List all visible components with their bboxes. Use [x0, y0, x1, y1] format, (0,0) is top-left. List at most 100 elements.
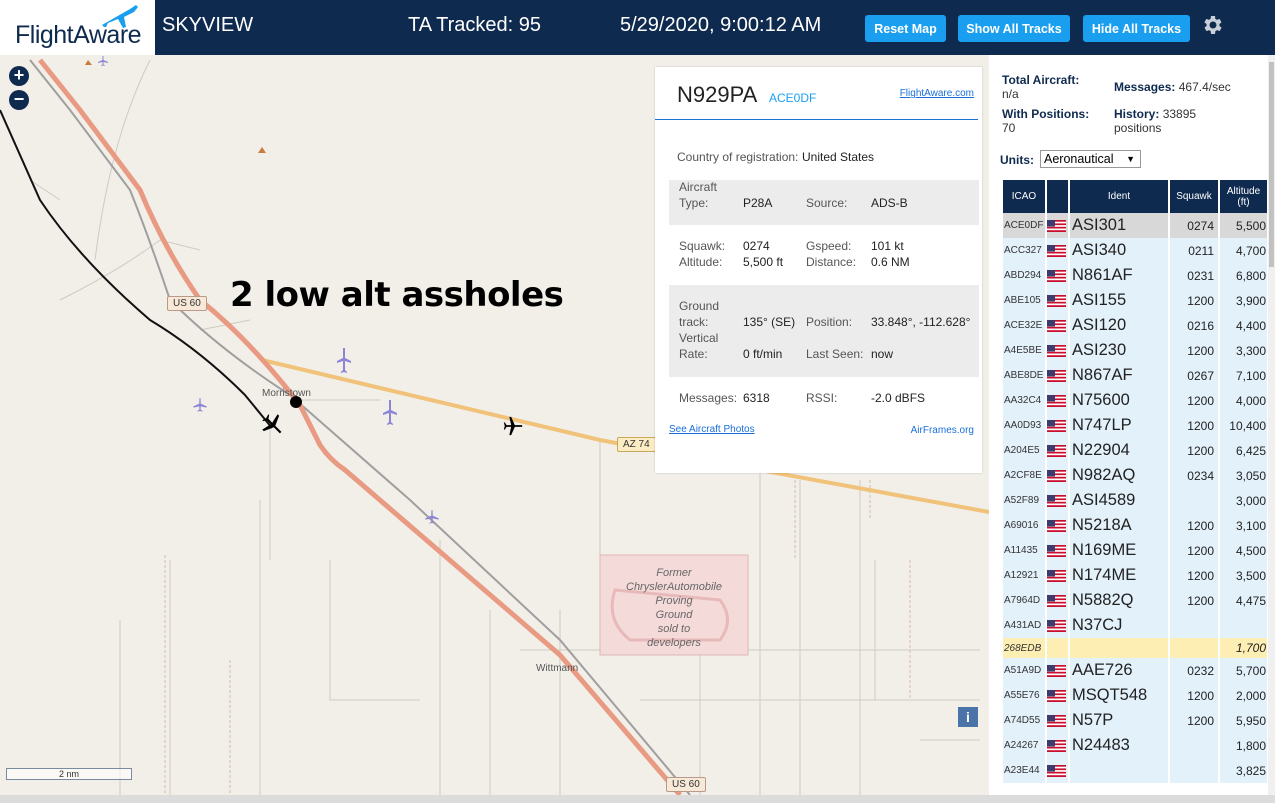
- table-row[interactable]: A51A9D AAE726 0232 5,700: [1003, 658, 1267, 683]
- table-row[interactable]: A4E5BE ASI230 1200 3,300: [1003, 338, 1267, 363]
- squawk-value: 0274: [743, 239, 770, 253]
- table-row[interactable]: 268EDB 1,700: [1003, 638, 1267, 658]
- row-ident: [1070, 758, 1168, 783]
- table-row[interactable]: ABE8DE N867AF 0267 7,100: [1003, 363, 1267, 388]
- aircraft-photos-link[interactable]: See Aircraft Photos: [669, 424, 755, 435]
- row-icao: ACE0DF: [1003, 213, 1045, 238]
- table-row[interactable]: A23E44 3,825: [1003, 758, 1267, 783]
- row-squawk: 1200: [1170, 708, 1218, 733]
- dropdown-arrow-icon: ▼: [1126, 154, 1135, 164]
- row-altitude: 5,500: [1220, 213, 1267, 238]
- row-altitude: 5,700: [1220, 658, 1267, 683]
- table-row[interactable]: ABE105 ASI155 1200 3,900: [1003, 288, 1267, 313]
- table-row[interactable]: ACE0DF ASI301 0274 5,500: [1003, 213, 1267, 238]
- row-ident: N5218A: [1070, 513, 1168, 538]
- vertical-rate-value: 0 ft/min: [743, 347, 783, 361]
- col-flag[interactable]: [1047, 180, 1068, 213]
- col-squawk[interactable]: Squawk: [1170, 180, 1218, 213]
- table-row[interactable]: A204E5 N22904 1200 6,425: [1003, 438, 1267, 463]
- units-select[interactable]: Aeronautical ▼: [1040, 150, 1141, 168]
- us-flag-icon: [1047, 245, 1066, 258]
- row-icao: AA0D93: [1003, 413, 1045, 438]
- table-row[interactable]: A55E76 MSQT548 1200 2,000: [1003, 683, 1267, 708]
- row-ident: N24483: [1070, 733, 1168, 758]
- distance-value: 0.6 NM: [871, 255, 910, 269]
- zoom-in-button[interactable]: +: [9, 66, 29, 86]
- table-row[interactable]: ACE32E ASI120 0216 4,400: [1003, 313, 1267, 338]
- row-flag: [1047, 488, 1068, 513]
- us-flag-icon: [1047, 445, 1066, 458]
- airframes-link[interactable]: AirFrames.org: [911, 425, 974, 436]
- row-altitude: 3,000: [1220, 488, 1267, 513]
- table-row[interactable]: A12921 N174ME 1200 3,500: [1003, 563, 1267, 588]
- row-ident: N861AF: [1070, 263, 1168, 288]
- aircraft-icon[interactable]: [337, 348, 351, 374]
- hide-all-tracks-button[interactable]: Hide All Tracks: [1083, 15, 1190, 42]
- row-squawk: 1200: [1170, 538, 1218, 563]
- aircraft-icon[interactable]: [383, 400, 397, 426]
- row-ident: N75600: [1070, 388, 1168, 413]
- position-label: Position:: [806, 315, 853, 329]
- table-row[interactable]: ACC327 ASI340 0211 4,700: [1003, 238, 1267, 263]
- col-ident[interactable]: Ident: [1070, 180, 1168, 213]
- table-row[interactable]: AA32C4 N75600 1200 4,000: [1003, 388, 1267, 413]
- table-row[interactable]: A7964D N5882Q 1200 4,475: [1003, 588, 1267, 613]
- aircraft-icon[interactable]: [96, 55, 110, 67]
- row-altitude: 7,100: [1220, 363, 1267, 388]
- row-icao: A7964D: [1003, 588, 1045, 613]
- table-row[interactable]: A52F89 ASI4589 3,000: [1003, 488, 1267, 513]
- show-all-tracks-button[interactable]: Show All Tracks: [958, 15, 1070, 42]
- history-stat: History: 33895 positions: [1114, 107, 1197, 135]
- table-row[interactable]: A24267 N24483 1,800: [1003, 733, 1267, 758]
- reset-map-button[interactable]: Reset Map: [865, 15, 946, 42]
- row-squawk: 0234: [1170, 463, 1218, 488]
- table-row[interactable]: AA0D93 N747LP 1200 10,400: [1003, 413, 1267, 438]
- row-altitude: 6,425: [1220, 438, 1267, 463]
- altitude-label: Altitude:: [679, 255, 723, 269]
- row-flag: [1047, 708, 1068, 733]
- scrollbar-thumb[interactable]: [1269, 62, 1274, 267]
- aircraft-icon[interactable]: [502, 415, 524, 437]
- row-flag: [1047, 263, 1068, 288]
- rssi-value: -2.0 dBFS: [871, 391, 926, 405]
- row-icao: A12921: [1003, 563, 1045, 588]
- table-row[interactable]: A74D55 N57P 1200 5,950: [1003, 708, 1267, 733]
- table-row[interactable]: A431AD N37CJ: [1003, 613, 1267, 638]
- row-icao: A204E5: [1003, 438, 1045, 463]
- source-value: ADS-B: [871, 196, 908, 210]
- table-row[interactable]: A69016 N5218A 1200 3,100: [1003, 513, 1267, 538]
- row-ident: N169ME: [1070, 538, 1168, 563]
- row-altitude: 3,900: [1220, 288, 1267, 313]
- app-title: SKYVIEW: [162, 14, 254, 36]
- aircraft-icon[interactable]: [424, 509, 440, 525]
- row-ident: ASI340: [1070, 238, 1168, 263]
- horizontal-scrollbar[interactable]: [0, 795, 1275, 803]
- row-flag: [1047, 563, 1068, 588]
- us-flag-icon: [1047, 270, 1066, 283]
- zoom-out-button[interactable]: −: [9, 90, 29, 110]
- row-squawk: 0267: [1170, 363, 1218, 388]
- row-altitude: 4,475: [1220, 588, 1267, 613]
- us60-shield: US 60: [666, 777, 706, 792]
- table-row[interactable]: A11435 N169ME 1200 4,500: [1003, 538, 1267, 563]
- selected-aircraft-icon[interactable]: [260, 412, 286, 438]
- row-altitude: 3,050: [1220, 463, 1267, 488]
- row-ident: N5882Q: [1070, 588, 1168, 613]
- col-altitude[interactable]: Altitude (ft): [1220, 180, 1267, 213]
- flightaware-logo[interactable]: FlightAware: [0, 0, 155, 55]
- row-flag: [1047, 658, 1068, 683]
- us60-road: [38, 58, 682, 795]
- row-squawk: 1200: [1170, 438, 1218, 463]
- row-altitude: 4,700: [1220, 238, 1267, 263]
- aircraft-hex: ACE0DF: [769, 91, 817, 105]
- aircraft-icon[interactable]: [191, 397, 209, 413]
- us-flag-icon: [1047, 520, 1066, 533]
- map-info-button[interactable]: i: [958, 707, 978, 727]
- table-row[interactable]: A2CF8E N982AQ 0234 3,050: [1003, 463, 1267, 488]
- col-icao[interactable]: ICAO: [1003, 180, 1045, 213]
- row-flag: [1047, 363, 1068, 388]
- flightaware-link[interactable]: FlightAware.com: [900, 88, 974, 99]
- row-flag: [1047, 538, 1068, 563]
- gear-icon[interactable]: [1200, 12, 1224, 38]
- table-row[interactable]: ABD294 N861AF 0231 6,800: [1003, 263, 1267, 288]
